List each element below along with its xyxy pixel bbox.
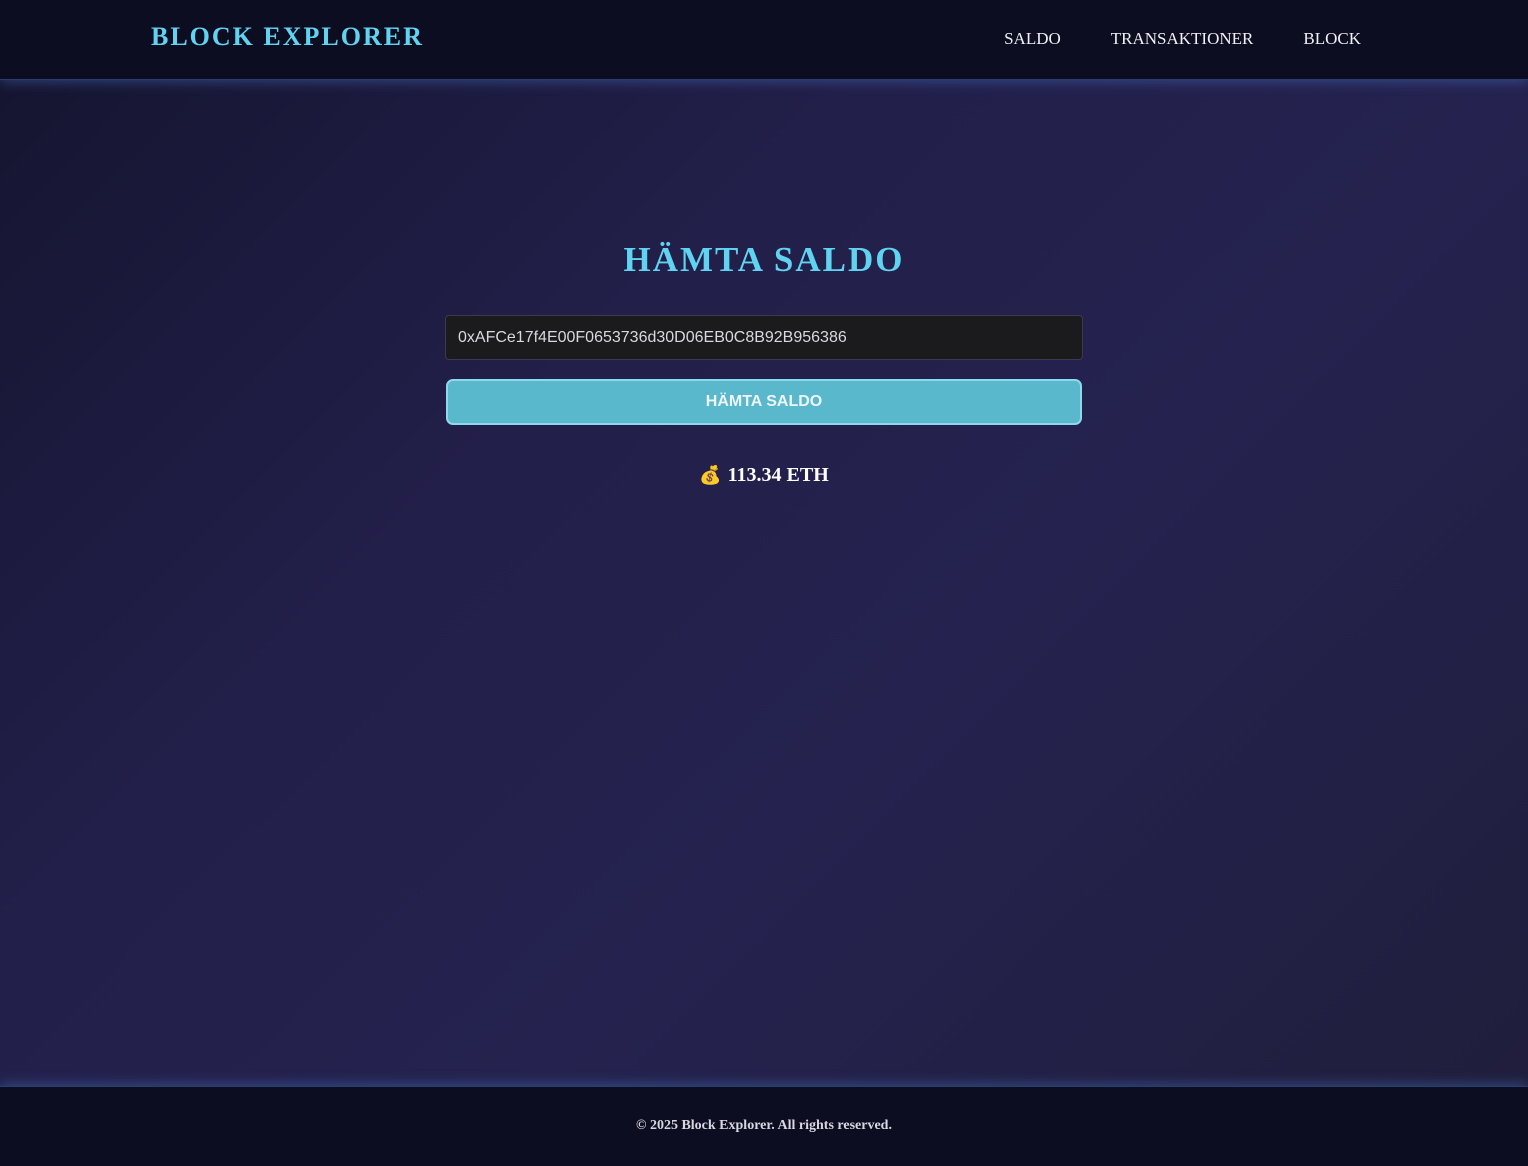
nav-link-transaktioner[interactable]: TRANSAKTIONER: [1111, 29, 1254, 49]
address-input[interactable]: [445, 315, 1083, 360]
balance-result: 💰 113.34 ETH: [0, 464, 1528, 487]
footer: © 2025 Block Explorer. All rights reserv…: [0, 1086, 1528, 1166]
top-nav-bar: BLOCK EXPLORER SALDO TRANSAKTIONER BLOCK: [0, 0, 1528, 80]
fetch-balance-button[interactable]: HÄMTA SALDO: [446, 379, 1082, 425]
nav-link-saldo[interactable]: SALDO: [1004, 29, 1061, 49]
page-title: HÄMTA SALDO: [623, 240, 905, 279]
brand-logo[interactable]: BLOCK EXPLORER: [151, 22, 424, 52]
money-bag-icon: 💰: [699, 465, 722, 485]
main-nav: SALDO TRANSAKTIONER BLOCK: [1004, 29, 1361, 49]
copyright-text: © 2025 Block Explorer. All rights reserv…: [636, 1118, 892, 1133]
main-content: HÄMTA SALDO HÄMTA SALDO 💰113.34 ETH: [0, 80, 1528, 1086]
balance-value: 113.34 ETH: [727, 464, 829, 486]
nav-link-block[interactable]: BLOCK: [1303, 29, 1361, 49]
